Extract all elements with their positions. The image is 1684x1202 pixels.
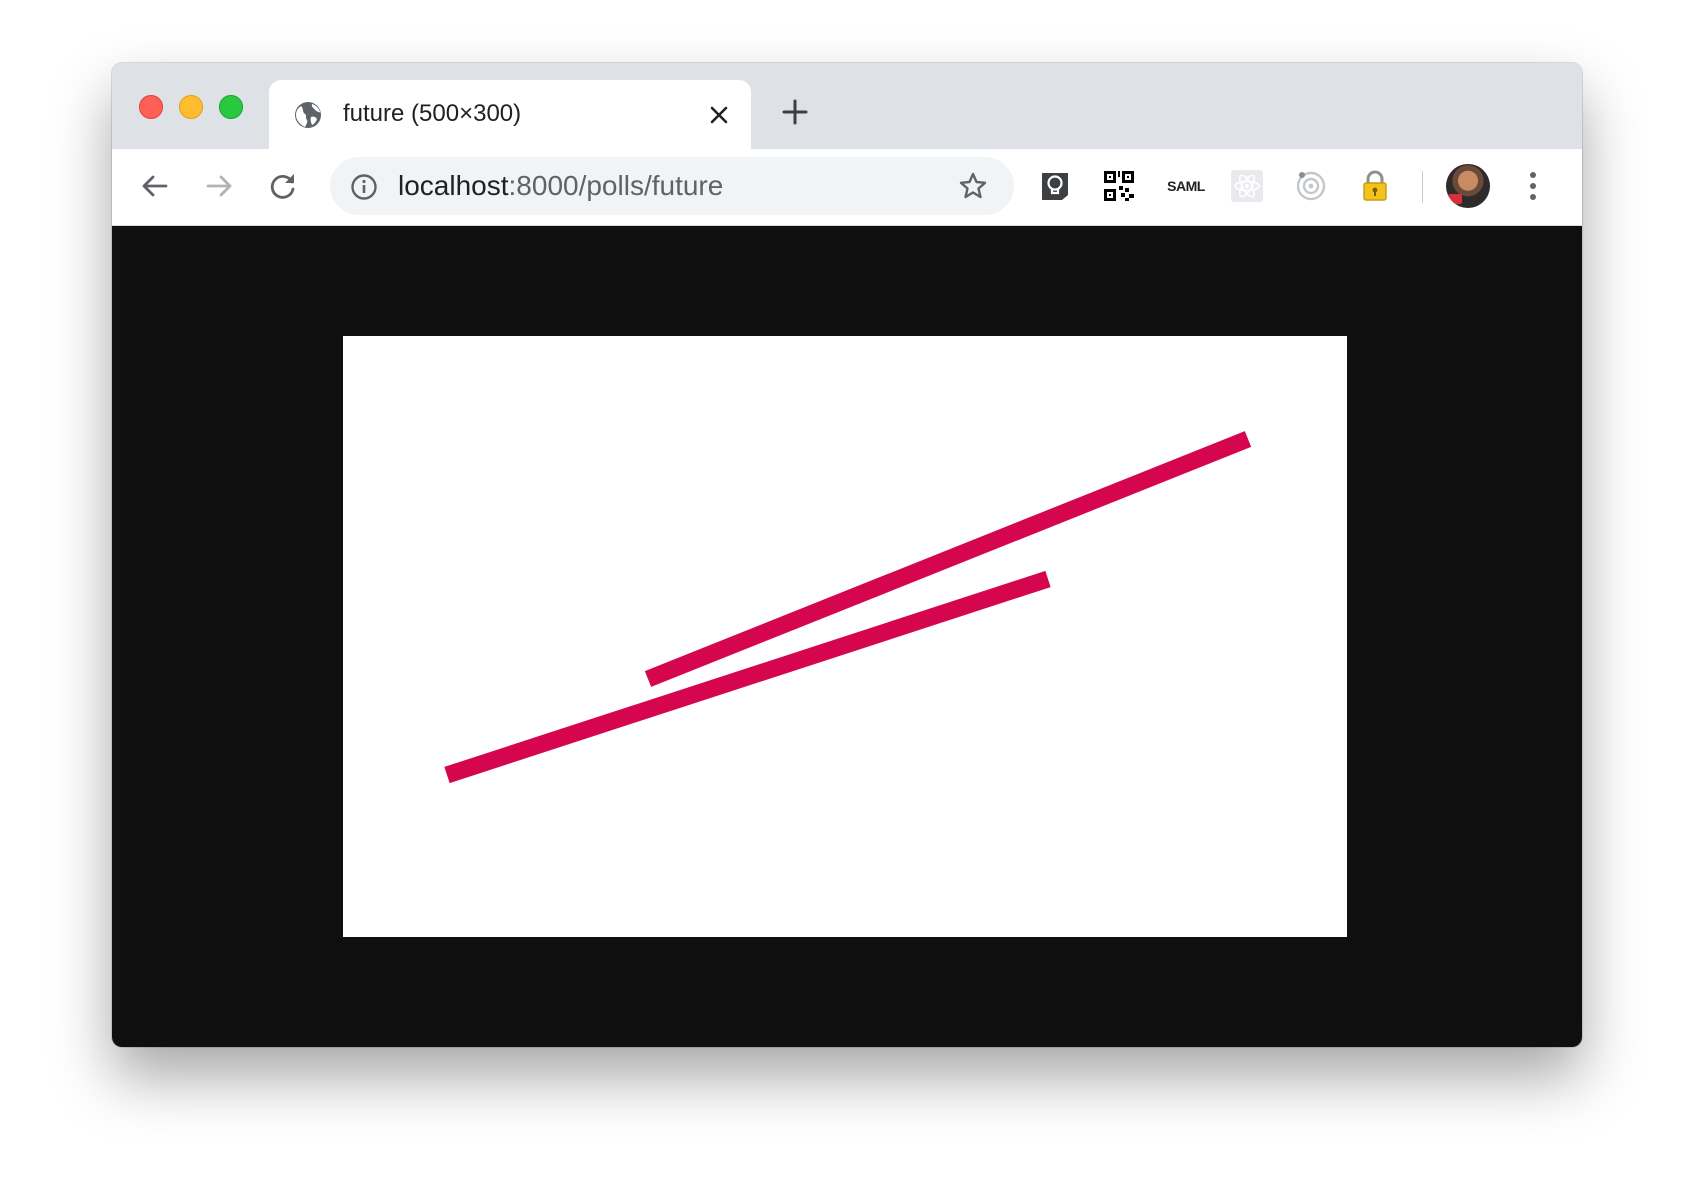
canvas-drawing [444,431,1252,784]
kebab-menu-icon[interactable] [1518,167,1548,205]
drawing-canvas[interactable] [343,336,1347,937]
arrow-right-icon[interactable] [202,169,236,203]
lock-extension-icon[interactable] [1358,169,1392,203]
upper-line-stroke [644,431,1252,687]
page-viewport [112,226,1582,1047]
window-maximize-button[interactable] [219,95,243,119]
browser-window: future (500×300) localhost:8000/polls/fu… [112,63,1582,1047]
address-bar[interactable]: localhost:8000/polls/future [330,157,1014,215]
lower-line-stroke [444,570,1051,784]
url-host: localhost [398,170,509,201]
target-extension-icon[interactable] [1294,169,1328,203]
url-text[interactable]: localhost:8000/polls/future [398,168,723,204]
star-icon[interactable] [958,171,988,201]
qr-code-extension-icon[interactable] [1102,169,1136,203]
tab-title: future (500×300) [343,100,522,127]
plus-icon[interactable] [780,97,810,127]
bulb-extension-icon[interactable] [1038,169,1072,203]
toolbar-divider [1422,171,1423,203]
reload-icon[interactable] [266,169,300,203]
arrow-left-icon[interactable] [138,169,172,203]
saml-extension-icon[interactable]: SAML [1166,173,1206,199]
tab-future[interactable]: future (500×300) [269,80,751,149]
close-icon[interactable] [706,102,732,128]
window-minimize-button[interactable] [179,95,203,119]
window-close-button[interactable] [139,95,163,119]
info-icon[interactable] [350,173,378,201]
url-path: :8000/polls/future [508,170,724,201]
profile-avatar[interactable] [1446,164,1490,208]
globe-icon [295,102,321,128]
react-extension-icon[interactable] [1230,169,1264,203]
tab-strip: future (500×300) [112,63,1582,149]
browser-toolbar: localhost:8000/polls/future SAML [112,149,1582,226]
